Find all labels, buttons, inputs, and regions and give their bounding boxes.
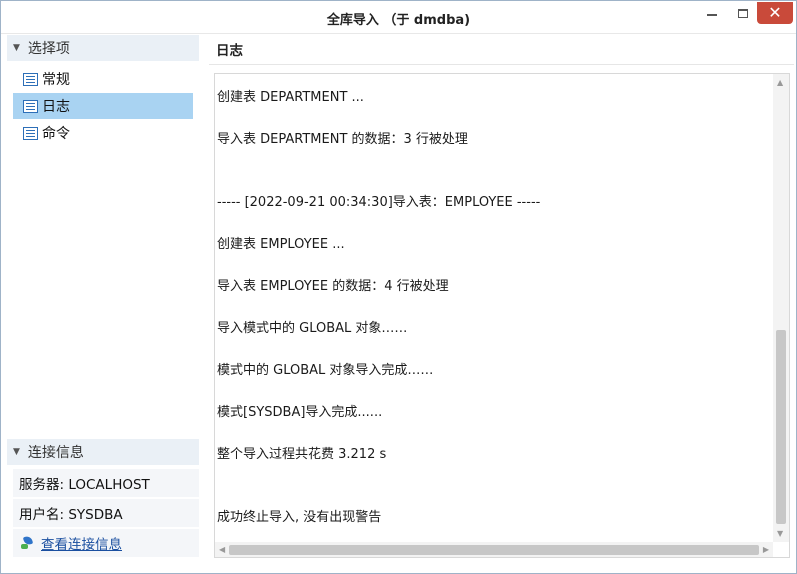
log-line: 导入表 DEPARTMENT 的数据：3 行被处理 xyxy=(217,132,468,147)
minimize-button[interactable] xyxy=(698,2,726,24)
connection-icon xyxy=(21,536,35,550)
log-line: 成功终止导入, 没有出现警告 xyxy=(217,510,382,525)
log-line: 模式[SYSDBA]导入完成...... xyxy=(217,405,383,420)
horizontal-scroll-thumb[interactable] xyxy=(229,545,759,555)
document-icon xyxy=(23,72,38,86)
scroll-up-icon[interactable]: ▲ xyxy=(777,78,783,87)
sidebar-item-command[interactable]: 命令 xyxy=(13,120,193,146)
log-line: 导入表 EMPLOYEE 的数据：4 行被处理 xyxy=(217,279,449,294)
window-title: 全库导入 （于 dmdba) xyxy=(326,13,471,28)
user-info: 用户名: SYSDBA xyxy=(13,499,199,527)
view-connection-row: 查看连接信息 xyxy=(13,529,199,557)
vertical-scroll-thumb[interactable] xyxy=(776,330,786,524)
log-line: ----- [2022-09-21 00:34:30]导入表：EMPLOYEE … xyxy=(217,195,541,210)
options-section-header[interactable]: ▼ 选择项 xyxy=(7,35,199,61)
connection-section-header[interactable]: ▼ 连接信息 xyxy=(7,439,199,465)
divider xyxy=(209,64,794,65)
options-section-label: 选择项 xyxy=(27,41,70,57)
connection-section-label: 连接信息 xyxy=(27,445,84,461)
scroll-right-icon[interactable]: ▶ xyxy=(763,545,769,554)
sidebar-item-label: 常规 xyxy=(42,72,70,88)
left-panel: ▼ 选择项 常规 日志 命令 ▼ 连接信息 服务器: LOCALHOST 用户名… xyxy=(7,35,201,563)
vertical-scrollbar[interactable]: ▲ ▼ xyxy=(773,74,789,542)
document-icon xyxy=(23,126,38,140)
view-connection-link[interactable]: 查看连接信息 xyxy=(41,533,122,553)
caret-down-icon: ▼ xyxy=(13,43,20,53)
close-icon: ✕ xyxy=(768,3,782,22)
log-line: 创建表 DEPARTMENT ... xyxy=(217,90,364,105)
caret-down-icon: ▼ xyxy=(13,447,20,457)
log-line: 创建表 EMPLOYEE ... xyxy=(217,237,345,252)
minimize-icon xyxy=(707,14,717,16)
sidebar-item-label: 命令 xyxy=(42,126,70,142)
log-line: 模式中的 GLOBAL 对象导入完成…… xyxy=(217,363,434,378)
log-line: 导入模式中的 GLOBAL 对象…… xyxy=(217,321,408,336)
sidebar-item-log[interactable]: 日志 xyxy=(13,93,193,119)
log-output[interactable]: 创建表 DEPARTMENT ... 导入表 DEPARTMENT 的数据：3 … xyxy=(214,73,790,558)
server-info: 服务器: LOCALHOST xyxy=(13,469,199,497)
scroll-down-icon[interactable]: ▼ xyxy=(777,529,783,538)
sidebar-item-label: 日志 xyxy=(42,99,70,115)
sidebar-item-general[interactable]: 常规 xyxy=(13,66,193,92)
maximize-button[interactable] xyxy=(729,2,757,24)
close-button[interactable]: ✕ xyxy=(757,2,793,24)
maximize-icon xyxy=(738,8,748,18)
import-dialog-window: 全库导入 （于 dmdba) ✕ ▼ 选择项 常规 日志 命令 ▼ 连接信息 服… xyxy=(0,0,797,574)
section-title: 日志 xyxy=(216,43,243,59)
horizontal-scrollbar[interactable]: ◀ ▶ xyxy=(215,542,773,557)
document-icon xyxy=(23,99,38,113)
scroll-left-icon[interactable]: ◀ xyxy=(219,545,225,554)
title-bar: 全库导入 （于 dmdba) ✕ xyxy=(1,1,796,34)
log-line: 整个导入过程共花费 3.212 s xyxy=(217,447,387,462)
